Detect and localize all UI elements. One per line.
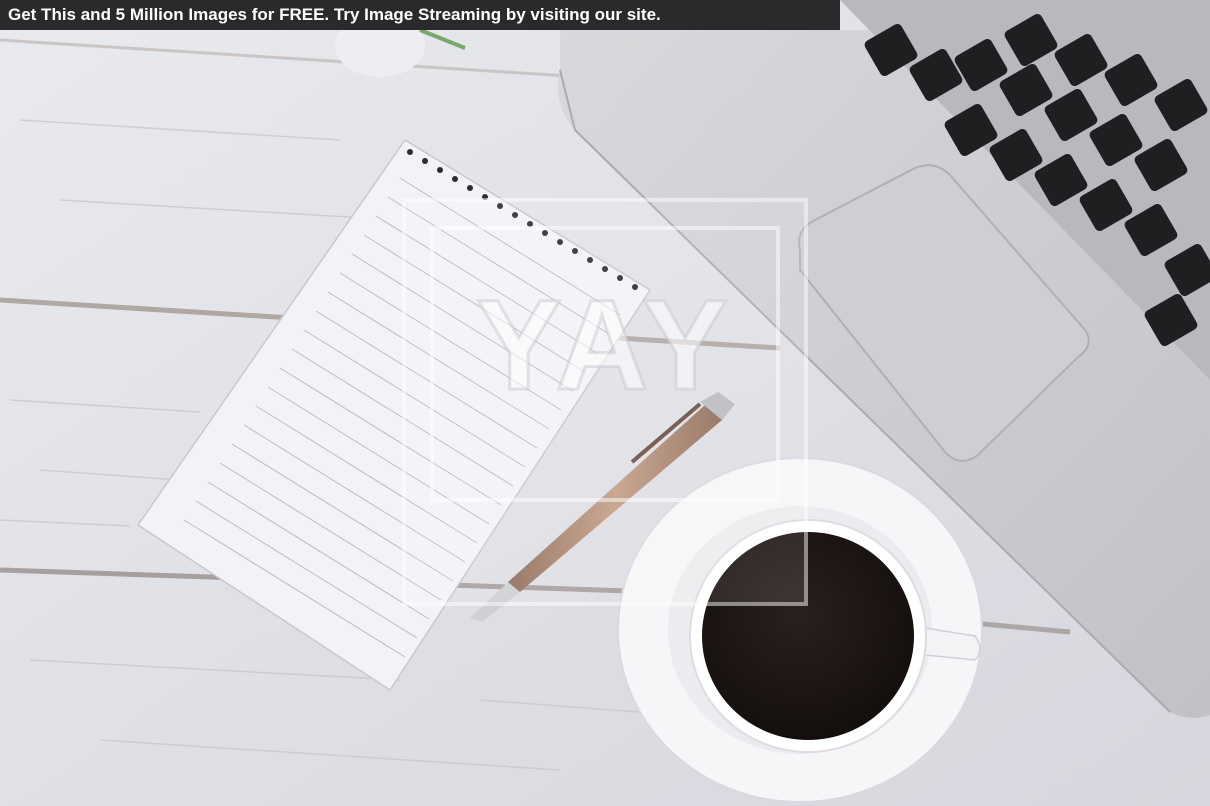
- watermark: YAY: [402, 198, 808, 606]
- watermark-text: YAY: [475, 273, 734, 419]
- promo-banner[interactable]: Get This and 5 Million Images for FREE. …: [0, 0, 840, 30]
